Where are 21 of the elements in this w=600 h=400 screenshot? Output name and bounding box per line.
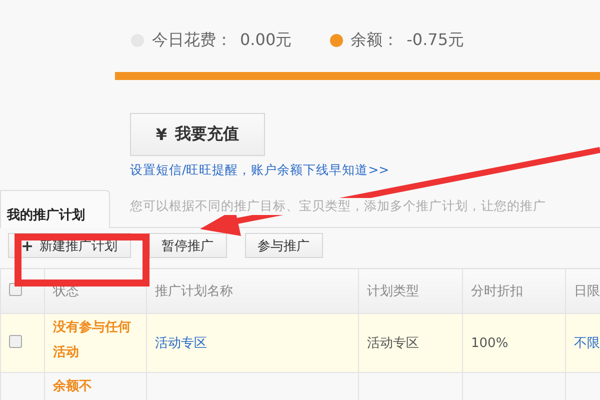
status-text: 余额不 — [53, 378, 93, 396]
table-cell: 100% — [471, 336, 508, 350]
status-text: 没有参与任何活动 — [53, 319, 132, 362]
daily-limit-link[interactable]: 不限 — [574, 336, 600, 351]
recharge-button[interactable]: ¥ 我要充值 — [130, 113, 265, 156]
row-checkbox[interactable] — [9, 334, 22, 348]
column-header[interactable]: 分时折扣 — [462, 268, 566, 314]
column-header[interactable]: 推广计划名称 — [146, 268, 358, 314]
stat-label: 余额： — [350, 30, 399, 50]
plan-name-link[interactable]: 活动专区 — [155, 336, 207, 351]
tab[interactable]: 我的推广计划 — [0, 190, 110, 228]
column-header[interactable]: 日限 — [566, 268, 600, 314]
tab-hint: 您可以根据不同的推广目标、宝贝类型，添加多个推广计划，让您的推广 — [130, 198, 546, 215]
toolbar-button[interactable]: 暂停推广 — [148, 233, 227, 258]
table-cell: 活动专区 — [367, 336, 419, 351]
stat-label: 今日花费： — [152, 30, 232, 50]
stat-value: 0.00元 — [240, 30, 292, 50]
column-header[interactable]: 计划类型 — [358, 268, 462, 314]
reminder-link[interactable]: 设置短信/旺旺提醒，账户余额下线早知道>> — [130, 162, 600, 179]
stat-value: -0.75元 — [406, 30, 464, 50]
toolbar-button[interactable]: 参与推广 — [244, 233, 323, 258]
